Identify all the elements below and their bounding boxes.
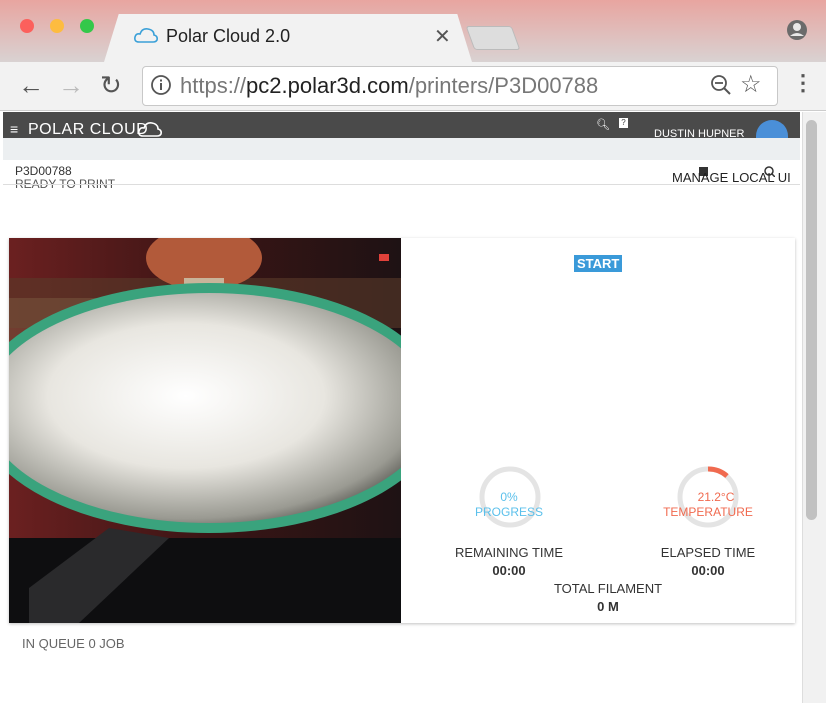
progress-value: 0%: [500, 490, 518, 504]
app-subbar: [3, 138, 800, 160]
divider: [3, 184, 800, 185]
user-name[interactable]: DUSTIN HUPNER: [654, 128, 744, 138]
bookmark-star-icon[interactable]: ☆: [740, 70, 762, 99]
elapsed-time-label: ELAPSED TIME: [660, 545, 756, 560]
zoom-icon[interactable]: [710, 74, 732, 96]
back-icon[interactable]: ←: [18, 70, 44, 101]
url-text[interactable]: https://pc2.polar3d.com/printers/P3D0078…: [180, 73, 598, 99]
search-icon[interactable]: 🔍︎: [596, 118, 610, 131]
close-window-button[interactable]: [20, 19, 34, 33]
scrollbar-thumb[interactable]: [806, 120, 817, 520]
maximize-window-button[interactable]: [80, 19, 94, 33]
polar-cloud-logo[interactable]: POLAR CLOUD: [28, 121, 148, 139]
info-icon[interactable]: [150, 74, 172, 96]
total-filament-value: 0 M: [597, 599, 619, 614]
start-button[interactable]: START: [574, 255, 623, 272]
forward-icon[interactable]: →: [58, 70, 84, 101]
local-ui-link[interactable]: LOCAL UI: [732, 170, 791, 185]
temperature-value: 21.2°C: [697, 490, 735, 504]
progress-label: PROGRESS: [474, 505, 543, 519]
temperature-label: TEMPERATURE: [663, 505, 753, 519]
remaining-time-value: 00:00: [492, 563, 526, 578]
camera-rec-icon: [379, 254, 389, 261]
tab-close-icon[interactable]: ✕: [434, 24, 451, 49]
hamburger-icon[interactable]: ≡: [10, 121, 18, 137]
minimize-window-button[interactable]: [50, 19, 64, 33]
menu-dots-icon[interactable]: ⋮: [792, 70, 814, 96]
remaining-time-label: REMAINING TIME: [454, 545, 564, 560]
new-tab-button[interactable]: [465, 26, 521, 50]
tab-title: Polar Cloud 2.0: [166, 26, 291, 46]
cloud-icon: [134, 28, 158, 43]
reload-icon[interactable]: ↻: [100, 70, 122, 101]
logo-cloud-icon: [138, 122, 162, 137]
profile-icon[interactable]: [786, 19, 808, 41]
manage-link[interactable]: MANAGE: [672, 170, 728, 185]
queue-status: IN QUEUE 0 JOB: [22, 636, 125, 651]
help-icon[interactable]: ?: [619, 118, 628, 128]
camera-feed: [9, 238, 401, 623]
total-filament-label: TOTAL FILAMENT: [553, 581, 663, 596]
elapsed-time-value: 00:00: [691, 563, 725, 578]
printer-id: P3D00788: [15, 164, 72, 178]
